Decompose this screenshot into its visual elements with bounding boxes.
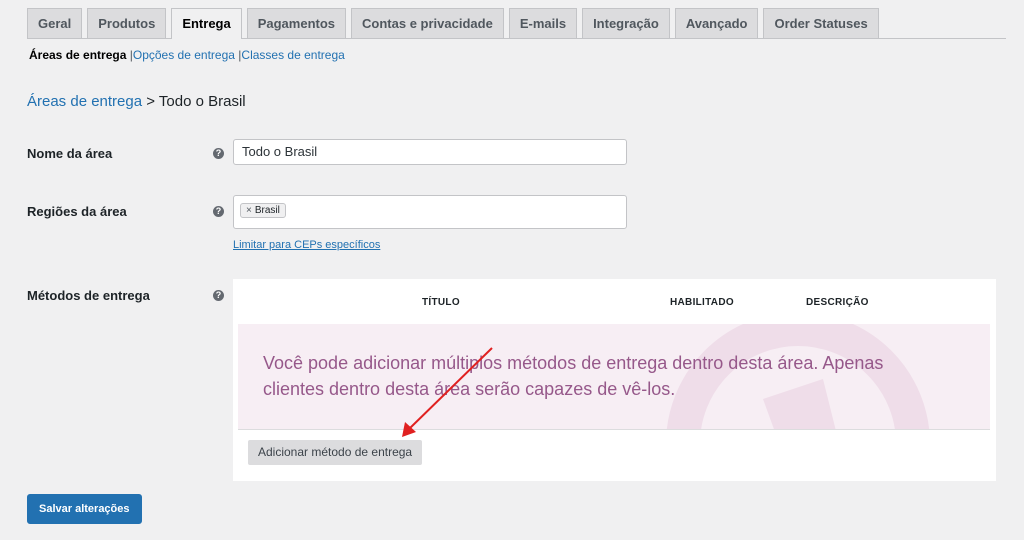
tab-geral[interactable]: Geral (27, 8, 83, 38)
add-shipping-method-button[interactable]: Adicionar método de entrega (248, 440, 423, 465)
shipping-methods-table: TÍTULO HABILITADO DESCRIÇÃO Você pode ad… (233, 279, 996, 481)
subnav-opcoes[interactable]: Opções de entrega (133, 48, 235, 62)
tab-avancado[interactable]: Avançado (674, 8, 759, 38)
tab-entrega[interactable]: Entrega (171, 8, 242, 39)
column-header-description: DESCRIÇÃO (806, 297, 869, 308)
tab-produtos[interactable]: Produtos (87, 8, 167, 38)
tab-integracao[interactable]: Integração (582, 8, 670, 38)
help-icon[interactable]: ? (213, 290, 224, 301)
zone-name-input[interactable]: Todo o Brasil (233, 139, 627, 165)
breadcrumb-current: Todo o Brasil (158, 93, 246, 110)
save-changes-button[interactable]: Salvar alterações (27, 494, 142, 524)
zone-name-label: Nome da área (27, 146, 113, 161)
empty-message: Você pode adicionar múltiplos métodos de… (263, 353, 884, 399)
column-header-title: TÍTULO (422, 297, 460, 308)
tab-emails[interactable]: E-mails (508, 8, 578, 38)
empty-state: Você pode adicionar múltiplos métodos de… (238, 324, 990, 430)
subnav-classes[interactable]: Classes de entrega (241, 48, 344, 62)
region-chip-label: Brasil (254, 205, 280, 216)
zone-regions-select[interactable]: × Brasil (233, 195, 627, 229)
breadcrumb-separator: > (146, 93, 156, 110)
settings-tabs: Geral Produtos Entrega Pagamentos Contas… (27, 8, 879, 39)
limit-postcodes-link[interactable]: Limitar para CEPs específicos (233, 239, 380, 251)
help-icon[interactable]: ? (213, 148, 224, 159)
breadcrumb-link[interactable]: Áreas de entrega (27, 93, 142, 110)
subnav-areas[interactable]: Áreas de entrega (29, 48, 126, 62)
remove-icon[interactable]: × (246, 205, 252, 216)
shipping-methods-label: Métodos de entrega (27, 288, 150, 303)
page-title: Áreas de entrega > Todo o Brasil (27, 93, 246, 110)
sub-navigation: Áreas de entrega |Opções de entrega |Cla… (29, 48, 345, 62)
tab-pagamentos[interactable]: Pagamentos (246, 8, 347, 38)
zone-regions-label: Regiões da área (27, 204, 127, 219)
tab-contas-privacidade[interactable]: Contas e privacidade (351, 8, 504, 38)
region-chip: × Brasil (240, 203, 286, 218)
help-icon[interactable]: ? (213, 206, 224, 217)
column-header-enabled: HABILITADO (670, 297, 734, 308)
tab-order-statuses[interactable]: Order Statuses (763, 8, 879, 38)
